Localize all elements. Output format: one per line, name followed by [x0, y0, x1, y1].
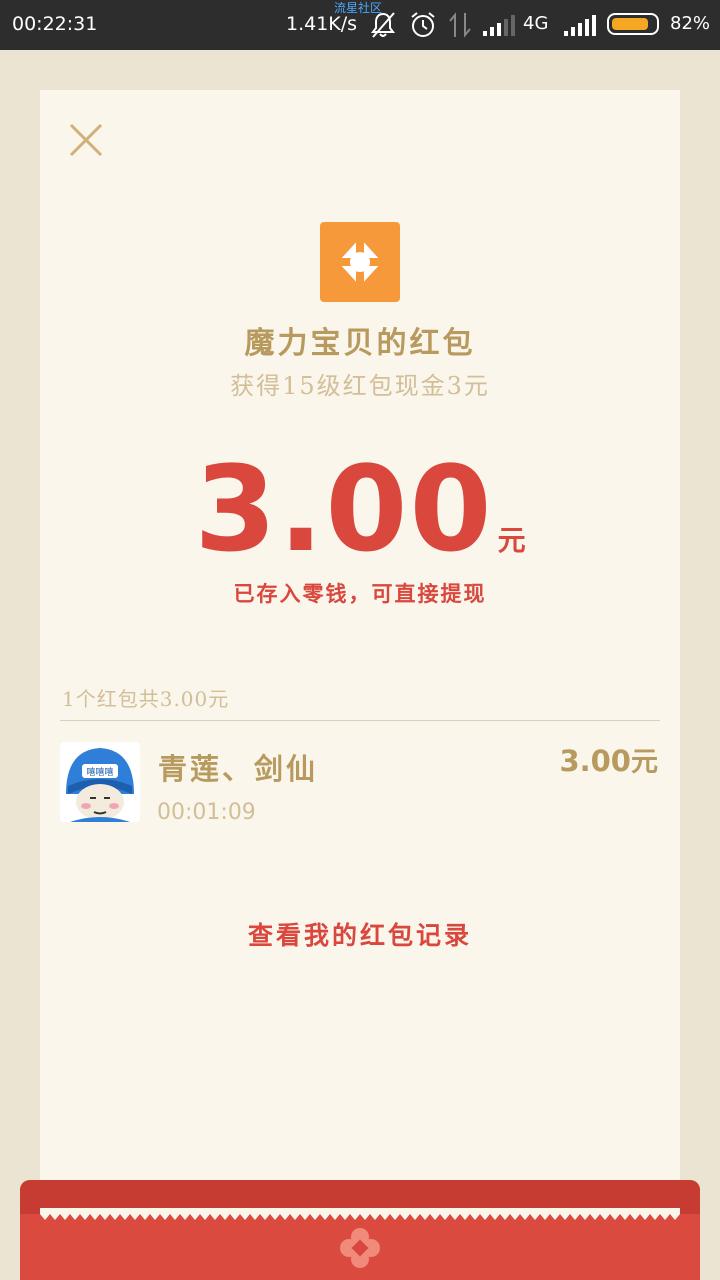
- amount-display: 3.00 元: [40, 440, 680, 578]
- avatar[interactable]: 嘻嘻嘻: [60, 742, 140, 822]
- close-icon[interactable]: [62, 116, 110, 164]
- mute-bell-icon: [371, 12, 395, 38]
- app-logo: [320, 222, 400, 302]
- avatar-image: 嘻嘻嘻: [60, 742, 140, 822]
- battery-percent: 82%: [670, 13, 711, 34]
- saved-to-wallet-note[interactable]: 已存入零钱，可直接提现: [40, 578, 680, 608]
- status-bar: 00:22:31 流星社区 1.41K/s 4G 82%: [0, 0, 720, 50]
- torn-edge: [40, 1208, 680, 1220]
- sender-subtitle: 获得15级红包现金3元: [230, 372, 490, 400]
- list-item[interactable]: 嘻嘻嘻 青莲、剑仙 00:01:09 3.00元: [60, 740, 660, 825]
- status-time: 00:22:31: [12, 13, 98, 35]
- packet-summary: 1个红包共3.00元: [62, 687, 230, 711]
- red-packet-card: 魔力宝贝的红包 获得15级红包现金3元 3.00 元 已存入零钱，可直接提现 1个…: [40, 90, 680, 1220]
- amount-value: 3.00: [194, 440, 494, 578]
- record-amount-value: 3.00: [559, 744, 631, 778]
- divider: [60, 720, 660, 721]
- amount-unit: 元: [497, 524, 526, 557]
- flower-emblem-icon: [340, 1228, 380, 1268]
- data-arrows-icon: [449, 12, 471, 38]
- battery-icon: [607, 13, 659, 35]
- record-name: 青莲、剑仙: [158, 752, 319, 786]
- record-amount-unit: 元: [631, 747, 658, 778]
- network-speed: 1.41K/s: [286, 13, 358, 35]
- signal-icon: [483, 15, 515, 36]
- network-type: 4G: [523, 13, 549, 34]
- sender-title: 魔力宝贝的红包: [244, 326, 476, 361]
- record-amount: 3.00元: [559, 740, 658, 779]
- app-logo-icon: [334, 236, 386, 288]
- avatar-badge-text: 嘻嘻嘻: [86, 766, 113, 778]
- battery-fill: [612, 18, 648, 30]
- close-button[interactable]: [62, 116, 110, 164]
- alarm-icon: [411, 12, 435, 37]
- view-history-link[interactable]: 查看我的红包记录: [40, 916, 680, 952]
- record-time: 00:01:09: [157, 800, 256, 825]
- signal-icon: [564, 15, 596, 36]
